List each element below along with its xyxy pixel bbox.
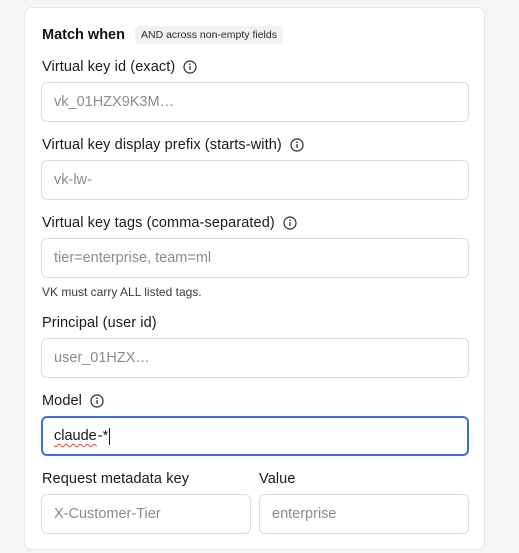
vk-tags-label-row: Virtual key tags (comma-separated)	[42, 213, 297, 233]
metadata-value-input[interactable]	[259, 494, 469, 534]
metadata-value-label: Value	[259, 471, 296, 487]
vk-tags-label: Virtual key tags (comma-separated)	[42, 215, 275, 231]
metadata-value-label-row: Value	[259, 469, 296, 489]
model-label-row: Model	[42, 391, 104, 411]
model-value-word: claude	[54, 428, 97, 444]
info-icon[interactable]	[90, 394, 104, 408]
principal-input[interactable]	[41, 338, 469, 378]
section-header: Match when AND across non-empty fields	[42, 25, 283, 45]
page: Match when AND across non-empty fields V…	[0, 0, 519, 553]
match-conditions-card: Match when AND across non-empty fields V…	[24, 7, 485, 550]
model-input[interactable]: claude -*	[41, 416, 469, 456]
logic-badge: AND across non-empty fields	[134, 26, 283, 44]
info-icon[interactable]	[183, 60, 197, 74]
principal-label: Principal (user id)	[42, 315, 157, 331]
vk-prefix-input[interactable]	[41, 160, 469, 200]
vk-id-label: Virtual key id (exact)	[42, 59, 176, 75]
section-title: Match when	[42, 27, 125, 43]
model-value-rest: -*	[97, 428, 109, 444]
vk-tags-input[interactable]	[41, 238, 469, 278]
text-caret	[109, 427, 111, 445]
vk-tags-hint: VK must carry ALL listed tags.	[42, 285, 202, 299]
vk-id-input[interactable]	[41, 82, 469, 122]
vk-id-label-row: Virtual key id (exact)	[42, 57, 197, 77]
metadata-key-label: Request metadata key	[42, 471, 190, 487]
metadata-key-label-row: Request metadata key	[42, 469, 189, 489]
info-icon[interactable]	[283, 216, 297, 230]
principal-label-row: Principal (user id)	[42, 313, 157, 333]
vk-prefix-label: Virtual key display prefix (starts-with)	[42, 137, 282, 153]
info-icon[interactable]	[290, 138, 304, 152]
metadata-key-input[interactable]	[41, 494, 251, 534]
vk-prefix-label-row: Virtual key display prefix (starts-with)	[42, 135, 304, 155]
model-label: Model	[42, 393, 82, 409]
